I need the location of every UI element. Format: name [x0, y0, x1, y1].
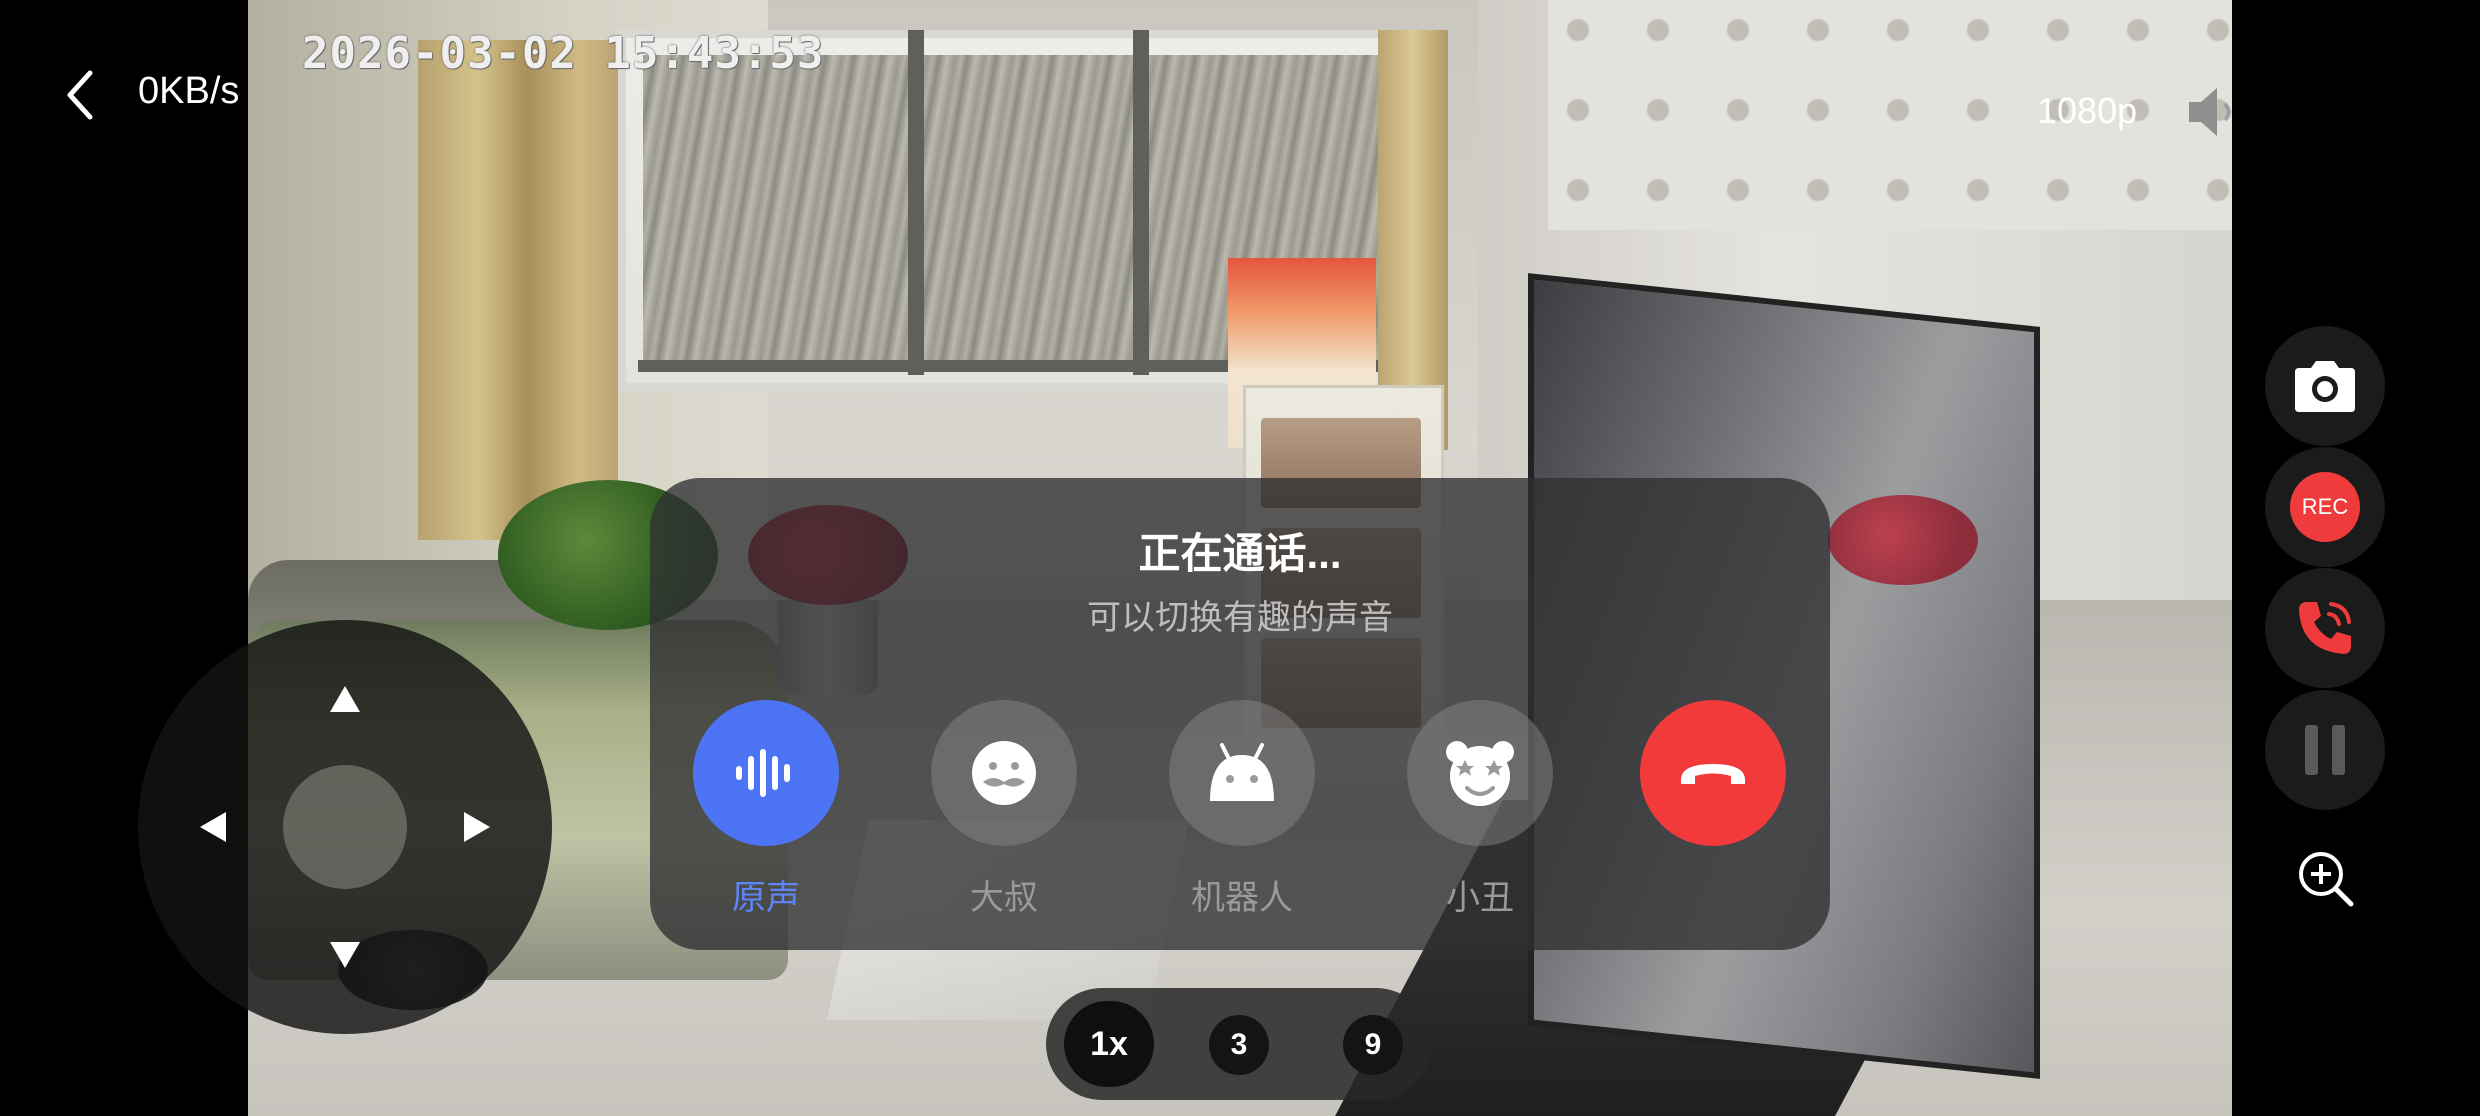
pan-right-arrow-icon[interactable] [454, 804, 500, 850]
voice-option-button[interactable] [693, 700, 839, 846]
intercom-call-button[interactable] [2265, 568, 2385, 688]
voice-option-original[interactable]: 原声 [691, 700, 841, 920]
snapshot-button[interactable] [2265, 326, 2385, 446]
mustache-face-icon [972, 741, 1036, 805]
scene-window-frame [908, 30, 924, 375]
scene-window-frame [1133, 30, 1149, 375]
pause-icon [2305, 725, 2345, 775]
call-status-title: 正在通话... [1138, 530, 1342, 577]
zoom-option-3[interactable]: 3 [1209, 1015, 1269, 1075]
rec-label: REC [2290, 472, 2360, 542]
voice-call-panel: 正在通话... 可以切换有趣的声音 原声 大叔 机器人 小丑 [650, 478, 1830, 950]
pan-up-arrow-icon[interactable] [322, 676, 368, 722]
voice-option-clown[interactable]: 小丑 [1405, 700, 1555, 920]
voice-option-button[interactable] [931, 700, 1077, 846]
scene-curtain [418, 40, 618, 540]
hang-up-button[interactable] [1640, 700, 1786, 846]
call-status-subtitle: 可以切换有趣的声音 [1087, 599, 1393, 637]
waveform-icon [736, 749, 790, 797]
voice-option-label: 大叔 [970, 879, 1038, 917]
network-speed: 0KB/s [138, 70, 240, 112]
voice-option-button[interactable] [1169, 700, 1315, 846]
robot-icon [1210, 743, 1274, 801]
phone-active-icon [2299, 602, 2351, 654]
camera-timestamp: 2026-03-02 15:43:53 [302, 28, 825, 79]
ptz-knob[interactable] [283, 765, 407, 889]
chevron-left-icon [67, 70, 93, 120]
pan-down-arrow-icon[interactable] [322, 932, 368, 978]
voice-option-label: 机器人 [1191, 879, 1293, 917]
voice-option-uncle[interactable]: 大叔 [929, 700, 1079, 920]
voice-option-robot[interactable]: 机器人 [1167, 700, 1317, 920]
record-button[interactable]: REC [2265, 447, 2385, 567]
ptz-joystick[interactable] [138, 620, 552, 1034]
voice-option-label: 小丑 [1446, 879, 1514, 917]
back-button[interactable] [55, 65, 105, 125]
zoom-in-icon[interactable] [2295, 848, 2355, 908]
voice-option-button[interactable] [1407, 700, 1553, 846]
camera-icon [2295, 361, 2355, 412]
resolution-selector[interactable]: 1080p [2037, 90, 2137, 132]
hang-up-icon [1681, 764, 1745, 784]
pause-button[interactable] [2265, 690, 2385, 810]
voice-option-label: 原声 [732, 879, 800, 917]
zoom-option-9[interactable]: 9 [1343, 1015, 1403, 1075]
clown-bear-icon [1446, 741, 1514, 806]
scene-tv-reflection [1828, 495, 1978, 585]
zoom-option-1x[interactable]: 1x [1064, 1001, 1154, 1087]
zoom-level-bar: 1x 3 9 [1046, 988, 1432, 1100]
pan-left-arrow-icon[interactable] [190, 804, 236, 850]
